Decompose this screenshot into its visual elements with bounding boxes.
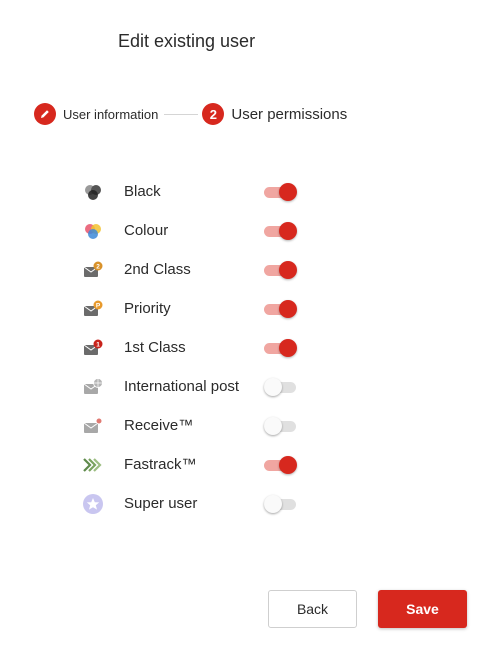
permission-label: Black	[124, 183, 161, 200]
first-class-mail-icon: 1	[83, 339, 103, 355]
star-icon	[83, 493, 103, 514]
step-2-label[interactable]: User permissions	[231, 106, 347, 123]
toggle-super-user[interactable]	[264, 494, 296, 514]
toggle-colour[interactable]	[264, 221, 297, 241]
permission-label: Super user	[124, 495, 198, 512]
toggle-receive[interactable]	[264, 416, 296, 436]
badge-text: P	[96, 302, 101, 309]
priority-mail-icon: P	[83, 300, 103, 316]
step-2-indicator[interactable]: 2	[202, 103, 225, 125]
permission-label: Colour	[124, 222, 169, 239]
permission-row-2nd-class: 2 2nd Class	[80, 250, 310, 289]
permission-row-black: Black	[80, 172, 310, 211]
permission-row-international-post: International post	[80, 367, 310, 406]
page-title: Edit existing user	[118, 31, 256, 51]
badge-text: 1	[96, 341, 100, 348]
permission-label: Receive™	[124, 417, 194, 434]
permission-label: 1st Class	[124, 339, 186, 356]
international-mail-icon	[83, 377, 103, 394]
colour-ink-icon	[85, 223, 101, 239]
permission-row-colour: Colour	[80, 211, 310, 250]
permission-label: Priority	[124, 300, 171, 317]
toggle-fastrack[interactable]	[264, 455, 297, 475]
permissions-list: Black Colour 2 2nd Class P Priority 1 1s…	[80, 172, 310, 523]
step-connector	[164, 113, 199, 115]
permission-row-super-user: Super user	[80, 484, 310, 523]
permission-label: International post	[124, 378, 240, 395]
toggle-black[interactable]	[264, 182, 297, 202]
black-ink-icon	[85, 184, 101, 200]
pencil-icon	[41, 110, 49, 118]
permission-row-receive: Receive™	[80, 406, 310, 445]
badge-text: 2	[96, 263, 100, 270]
step-1-indicator[interactable]	[34, 103, 56, 125]
toggle-international-post[interactable]	[264, 377, 296, 397]
permission-row-fastrack: Fastrack™	[80, 445, 310, 484]
permission-row-1st-class: 1 1st Class	[80, 328, 310, 367]
step-1-label[interactable]: User information	[63, 107, 158, 122]
permission-row-priority: P Priority	[80, 289, 310, 328]
toggle-1st-class[interactable]	[264, 338, 297, 358]
save-button[interactable]: Save	[378, 590, 467, 628]
receive-mail-icon	[83, 418, 102, 433]
toggle-priority[interactable]	[264, 299, 297, 319]
permission-label: Fastrack™	[124, 456, 197, 473]
stepper: User information 2 User permissions	[34, 102, 347, 126]
fastrack-icon	[83, 457, 102, 472]
back-button[interactable]: Back	[268, 590, 357, 628]
toggle-2nd-class[interactable]	[264, 260, 297, 280]
permission-label: 2nd Class	[124, 261, 191, 278]
second-class-mail-icon: 2	[83, 261, 103, 277]
